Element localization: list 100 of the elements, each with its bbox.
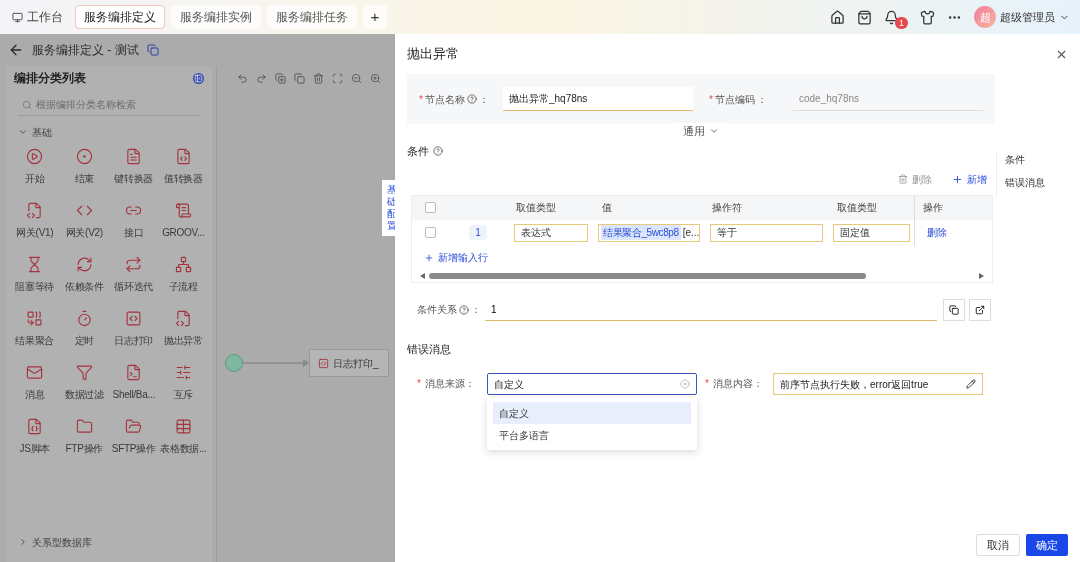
- zoom-in-icon[interactable]: [370, 72, 381, 84]
- delete-link[interactable]: 删除: [927, 225, 947, 240]
- node-palette-item[interactable]: FTP操作: [59, 418, 109, 456]
- column-header: 取值类型: [515, 201, 557, 215]
- workbench-tab[interactable]: 工作台: [6, 5, 69, 29]
- node-palette-item[interactable]: 阻塞等待: [10, 256, 60, 294]
- node-palette-item[interactable]: 结束: [59, 148, 109, 186]
- value-tag[interactable]: 结果聚合_5wc8p8: [601, 225, 681, 240]
- node-palette-item[interactable]: GROOV...: [158, 202, 208, 240]
- page-tab[interactable]: 服务编排任务: [267, 5, 357, 29]
- node-palette-item[interactable]: 开始: [10, 148, 60, 186]
- trash-icon[interactable]: [313, 72, 324, 84]
- bell-icon[interactable]: [884, 9, 899, 25]
- node-palette-item[interactable]: 消息: [10, 364, 60, 402]
- connector-arrow: [243, 359, 309, 367]
- operator-field[interactable]: 等于: [710, 223, 823, 242]
- node-palette-item[interactable]: 网关(V1): [10, 202, 60, 240]
- scroll-icon: [174, 202, 192, 219]
- filter-icon: [75, 364, 93, 381]
- node-palette-item[interactable]: 表格数据...: [158, 418, 208, 456]
- checkbox[interactable]: [424, 227, 436, 238]
- panel-title: 编排分类列表: [14, 70, 86, 87]
- flow-node[interactable]: 日志打印_: [309, 349, 389, 377]
- page-tab[interactable]: 服务编排实例: [171, 5, 261, 29]
- add-button[interactable]: 新增: [952, 171, 987, 187]
- zoom-out-icon[interactable]: [351, 72, 362, 84]
- node-palette-item[interactable]: 接口: [109, 202, 159, 240]
- text-field[interactable]: 抛出异常_hq78ns: [503, 87, 693, 111]
- dropdown-option[interactable]: 平台多语言: [493, 424, 691, 446]
- node-palette-item[interactable]: Shell/Ba...: [109, 364, 159, 402]
- node-palette-item[interactable]: 键转换器: [109, 148, 159, 186]
- copy-icon[interactable]: [294, 72, 305, 84]
- node-palette-item[interactable]: 日志打印: [109, 310, 159, 348]
- node-palette-item[interactable]: 网关(V2): [59, 202, 109, 240]
- back-icon[interactable]: [8, 42, 24, 58]
- fit-view-icon[interactable]: [332, 72, 343, 84]
- anchor-link[interactable]: 条件: [1005, 152, 1068, 167]
- search-field[interactable]: 根据编排分类名称检索: [36, 97, 196, 112]
- user-name[interactable]: 超级管理员: [1000, 8, 1055, 26]
- mail-icon: [26, 364, 44, 381]
- trash-icon: [898, 174, 908, 184]
- cancel-button[interactable]: 取消: [976, 534, 1020, 556]
- anchor-link[interactable]: 错误消息: [1005, 175, 1068, 190]
- notification-badge: 1: [895, 16, 908, 29]
- node-palette-item[interactable]: 循环迭代: [109, 256, 159, 294]
- add-tab-button[interactable]: +: [363, 5, 387, 29]
- plus-icon: [952, 173, 963, 185]
- value-type-field[interactable]: 表达式: [514, 223, 588, 242]
- node-palette-item[interactable]: 抛出异常: [158, 310, 208, 348]
- category-group[interactable]: 基础: [6, 124, 212, 140]
- field-label: 节点名称: [424, 92, 465, 107]
- node-palette-item[interactable]: 互斥: [158, 364, 208, 402]
- node-palette-item[interactable]: 值转换器: [158, 148, 208, 186]
- redo-icon[interactable]: [256, 72, 267, 84]
- relation-field[interactable]: 1: [485, 298, 937, 321]
- label-colon: ：: [756, 92, 767, 107]
- code-icon: [125, 310, 143, 327]
- shirt-icon[interactable]: [920, 9, 935, 25]
- required-mark: *: [417, 377, 421, 391]
- category-group[interactable]: 关系型数据库: [6, 534, 212, 550]
- start-node[interactable]: [225, 354, 243, 372]
- code-icon: [318, 357, 329, 369]
- message-content-field[interactable]: 前序节点执行失败，error返回true: [773, 373, 983, 395]
- value-type-field[interactable]: 固定值: [833, 223, 910, 242]
- copy-icon[interactable]: [146, 44, 159, 56]
- delete-button[interactable]: 删除: [898, 171, 932, 187]
- row-index: 1: [469, 225, 487, 240]
- node-palette-item[interactable]: 定时: [59, 310, 109, 348]
- home-icon[interactable]: [830, 9, 845, 25]
- plus-icon: [424, 252, 434, 263]
- script-file-icon: [26, 418, 44, 435]
- pencil-icon[interactable]: [966, 379, 976, 389]
- node-palette-item[interactable]: 依赖条件: [59, 256, 109, 294]
- add-row-button[interactable]: 新增输入行: [424, 250, 488, 265]
- search-icon: [22, 99, 32, 110]
- source-select[interactable]: 自定义: [487, 373, 697, 395]
- dropdown-option[interactable]: 自定义: [493, 402, 691, 424]
- expand-button[interactable]: [969, 298, 991, 321]
- collapse-toggle[interactable]: 通用: [671, 123, 731, 139]
- chevron-down-icon: [18, 127, 28, 137]
- field-label: 消息来源：: [424, 377, 475, 391]
- copy-button[interactable]: [943, 298, 965, 321]
- node-palette-item[interactable]: 数据过滤: [59, 364, 109, 402]
- column-header: 取值类型: [836, 201, 878, 215]
- node-palette-item[interactable]: 结果聚合: [10, 310, 60, 348]
- scroll-left-icon[interactable]: [420, 272, 425, 279]
- node-palette-item[interactable]: JS脚本: [10, 418, 60, 456]
- field-label: 节点编码: [714, 92, 755, 107]
- scroll-right-icon[interactable]: [979, 272, 984, 279]
- node-palette-item[interactable]: 子流程: [158, 256, 208, 294]
- page-tab[interactable]: 服务编排定义: [75, 5, 165, 29]
- confirm-button[interactable]: 确定: [1026, 534, 1068, 556]
- value-suffix: [e...: [682, 226, 699, 240]
- node-palette-item[interactable]: SFTP操作: [109, 418, 159, 456]
- collapse-icon[interactable]: [193, 72, 204, 84]
- undo-icon[interactable]: [237, 72, 248, 84]
- value-field[interactable]: 结果聚合_5wc8p8 [e...: [598, 223, 700, 242]
- bag-icon[interactable]: [857, 9, 872, 25]
- duplicate-icon[interactable]: [275, 72, 286, 84]
- checkbox[interactable]: [424, 202, 436, 213]
